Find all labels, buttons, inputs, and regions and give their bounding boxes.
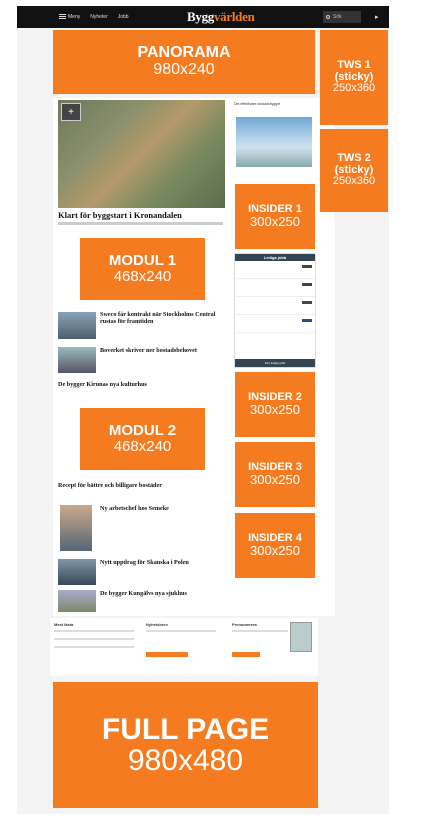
footer-line (54, 638, 134, 640)
search-icon (326, 15, 330, 19)
footer-line (54, 646, 134, 648)
site-logo[interactable]: Byggvärlden (187, 9, 255, 25)
zoom-icon[interactable]: + (61, 103, 81, 121)
ad-insider2-size: 300x250 (250, 402, 300, 418)
nav-link-jobb[interactable]: Jobb (118, 14, 129, 20)
ad-insider4-size: 300x250 (250, 543, 300, 559)
more-jobs-button[interactable]: Fler lediga jobb (235, 359, 315, 367)
ad-modul1-size: 468x240 (113, 268, 172, 285)
menu-label: Meny (68, 14, 81, 20)
ad-panorama-size: 980x240 (153, 61, 215, 78)
company-logo (302, 283, 312, 286)
article-thumbnail[interactable] (58, 312, 96, 339)
top-navigation-bar: Meny Nyheter Jobb Byggvärlden Sök ▸ (17, 6, 389, 28)
ad-insider1-size: 300x250 (250, 214, 300, 230)
search-input[interactable]: Sök (323, 11, 361, 23)
jobs-widget: Lediga jobb Fler lediga jobb (234, 253, 316, 368)
ad-panorama[interactable]: PANORAMA 980x240 (53, 30, 315, 94)
article-headline[interactable]: Sweco får kontrakt när Stockholms Centra… (100, 311, 222, 325)
ad-insider1[interactable]: INSIDER 1 300x250 (235, 184, 315, 249)
ad-tws1-title: TWS 1 (sticky) (334, 59, 374, 83)
article-thumbnail[interactable] (58, 347, 96, 373)
logo-main-text: Bygg (187, 9, 214, 24)
article-headline[interactable]: Ny arbetschef hos Semeke (100, 505, 222, 512)
footer-col1-title: Mest lästa (54, 622, 74, 627)
newsletter-button[interactable] (146, 652, 188, 657)
footer-line (54, 630, 134, 632)
ad-insider4[interactable]: INSIDER 4 300x250 (235, 513, 315, 578)
user-icon[interactable]: ▸ (375, 13, 379, 21)
menu-button[interactable]: Meny (59, 14, 80, 20)
subscribe-button[interactable] (232, 652, 260, 657)
ad-fullpage-title: FULL PAGE (101, 712, 270, 746)
footer-line (232, 630, 288, 632)
footer-col2-title: Nyhetsbrev (146, 622, 168, 627)
footer-newsletter: Nyhetsbrev (146, 622, 216, 658)
ad-modul2-size: 468x240 (113, 438, 172, 455)
article-thumbnail[interactable] (58, 559, 96, 585)
magazine-cover[interactable] (290, 622, 312, 652)
article-headline[interactable]: Recept för bättre och billigare bostäder (58, 482, 228, 489)
footer-section: Mest lästa Nyhetsbrev Prenumerera (50, 618, 318, 676)
company-logo (302, 319, 312, 322)
article-headline[interactable]: De bygger Kungälvs nya sjukhus (100, 590, 222, 597)
ad-modul1-title: MODUL 1 (108, 252, 177, 270)
nav-link-nyheter[interactable]: Nyheter (90, 14, 108, 20)
page: Meny Nyheter Jobb Byggvärlden Sök ▸ PANO… (0, 0, 435, 820)
jobs-header: Lediga jobb (235, 254, 315, 261)
article-headline[interactable]: Nytt uppdrag för Skanska i Polen (100, 559, 222, 566)
article-thumbnail[interactable] (58, 590, 96, 612)
ad-tws2[interactable]: TWS 2 (sticky) 250x360 (320, 129, 388, 212)
hero-image[interactable]: + (58, 100, 225, 208)
article-headline[interactable]: Boverket skriver ner bostadsbehovet (100, 347, 222, 354)
article-portrait[interactable] (60, 505, 92, 551)
footer-col3-title: Prenumerera (232, 622, 257, 627)
article-headline[interactable]: De bygger Kirunas nya kulturhus (58, 381, 218, 388)
company-logo (302, 265, 312, 268)
job-item[interactable] (235, 261, 315, 279)
ad-insider3-size: 300x250 (250, 472, 300, 488)
company-logo (302, 301, 312, 304)
hamburger-icon (59, 14, 66, 20)
job-item[interactable] (235, 315, 315, 333)
ad-tws2-size: 250x360 (332, 175, 376, 188)
ad-full-page[interactable]: FULL PAGE 980x480 (53, 682, 318, 808)
job-item[interactable] (235, 297, 315, 315)
sidebar-feature-image (236, 117, 312, 167)
ad-modul1[interactable]: MODUL 1 468x240 (80, 238, 205, 300)
footer-line (146, 630, 216, 632)
job-item[interactable] (235, 279, 315, 297)
ad-modul2[interactable]: MODUL 2 468x240 (80, 408, 205, 470)
sidebar-feature[interactable]: Det effektivare bostadsbygget (232, 100, 316, 182)
ad-tws1[interactable]: TWS 1 (sticky) 250x360 (320, 30, 388, 125)
ad-insider2[interactable]: INSIDER 2 300x250 (235, 372, 315, 437)
ad-fullpage-size: 980x480 (127, 744, 244, 777)
ad-modul2-title: MODUL 2 (108, 422, 177, 440)
hero-headline[interactable]: Klart för byggstart i Kronandalen (58, 210, 182, 220)
ad-panorama-title: PANORAMA (137, 44, 231, 62)
ad-tws2-title: TWS 2 (sticky) (334, 152, 374, 176)
logo-accent-text: världen (213, 9, 255, 24)
footer-most-read: Mest lästa (54, 622, 134, 654)
footer-subscribe: Prenumerera (232, 622, 288, 658)
search-placeholder: Sök (333, 14, 342, 20)
ad-insider3[interactable]: INSIDER 3 300x250 (235, 442, 315, 507)
ad-tws1-size: 250x360 (332, 82, 376, 95)
sidebar-feature-title: Det effektivare bostadsbygget (234, 102, 281, 106)
hero-subtext (58, 222, 223, 225)
